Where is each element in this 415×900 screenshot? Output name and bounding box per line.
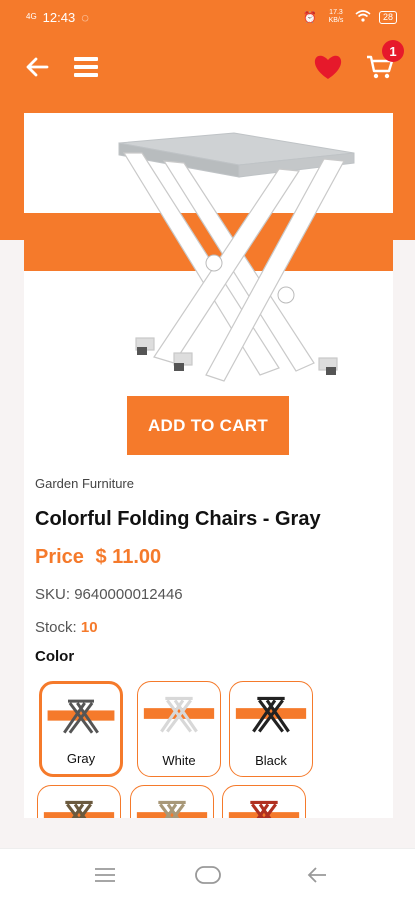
signal-label: 4G	[26, 12, 37, 21]
swatch-chair-thumbnail	[235, 696, 307, 733]
stock-value: 10	[80, 619, 98, 636]
recent-apps-icon[interactable]	[90, 863, 120, 887]
app-bar: 1	[0, 40, 415, 96]
battery-indicator: 28	[378, 10, 397, 24]
product-category[interactable]: Garden Furniture	[35, 476, 134, 491]
product-sku: SKU: 9640000012446	[35, 586, 183, 603]
color-swatch-red[interactable]	[222, 785, 306, 818]
whatsapp-icon: ◌	[81, 9, 89, 25]
color-section-label: Color	[35, 648, 75, 665]
swatch-label: Black	[255, 753, 287, 768]
status-bar: 4G 12:43 ◌ ⏰ 17.3 KB/s 28	[0, 0, 415, 34]
swatch-label: Gray	[66, 751, 96, 766]
swatch-label: White	[162, 753, 196, 768]
status-time: 12:43	[42, 9, 76, 25]
wifi-icon	[355, 9, 371, 25]
swatch-chair-thumbnail	[228, 800, 300, 818]
cart-count-badge: 1	[382, 40, 404, 62]
hamburger-menu-icon[interactable]	[70, 52, 102, 82]
system-navigation-bar	[0, 848, 415, 900]
sku-value: 9640000012446	[74, 586, 183, 603]
product-title: Colorful Folding Chairs - Gray	[35, 508, 321, 530]
alarm-icon: ⏰	[303, 11, 317, 24]
color-swatch-gray[interactable]: Gray	[39, 681, 123, 777]
system-back-icon[interactable]	[302, 863, 332, 887]
sku-label: SKU:	[35, 586, 71, 603]
add-to-cart-button[interactable]: ADD TO CART	[127, 396, 289, 455]
price-value: $ 11.00	[95, 546, 162, 568]
network-speed: 17.3 KB/s	[328, 9, 344, 24]
product-stock: Stock: 10	[35, 619, 98, 636]
swatch-chair-thumbnail	[143, 696, 215, 733]
color-swatch-white[interactable]: White	[137, 681, 221, 777]
price-label: Price	[35, 546, 84, 568]
stock-label: Stock:	[35, 619, 77, 636]
swatch-chair-thumbnail	[136, 800, 208, 818]
product-price: Price $ 11.00	[35, 546, 161, 569]
swatch-chair-thumbnail	[43, 800, 115, 818]
product-image	[24, 113, 393, 403]
home-icon[interactable]	[193, 863, 223, 887]
product-card: ADD TO CART Garden Furniture Colorful Fo…	[24, 113, 393, 818]
color-swatch-black[interactable]: Black	[229, 681, 313, 777]
back-arrow-icon[interactable]	[22, 52, 52, 82]
swatch-chair-thumbnail	[47, 699, 115, 734]
color-swatch-beige[interactable]	[130, 785, 214, 818]
color-swatch-brown[interactable]	[37, 785, 121, 818]
wishlist-heart-icon[interactable]	[310, 50, 346, 84]
